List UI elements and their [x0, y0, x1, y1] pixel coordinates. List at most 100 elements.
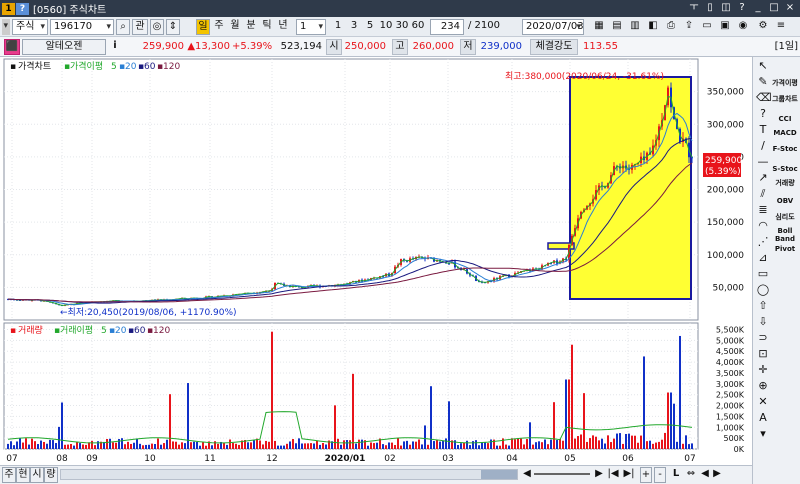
- unit-1-button[interactable]: 1: [332, 19, 344, 35]
- scrollbar-thumb[interactable]: [481, 470, 517, 479]
- arrow-down-icon[interactable]: ⇩: [756, 315, 770, 329]
- save-icon[interactable]: ▾: [756, 427, 770, 441]
- hline-icon[interactable]: —: [756, 155, 770, 169]
- period-tick-button[interactable]: 틱: [260, 19, 274, 35]
- indicator-tool-6[interactable]: 거래량: [771, 179, 799, 187]
- zoom-icon[interactable]: ⊕: [756, 379, 770, 393]
- calc-icon[interactable]: ▦: [592, 19, 606, 35]
- window-button-5[interactable]: □: [767, 1, 781, 15]
- cross-icon[interactable]: ✛: [756, 363, 770, 377]
- magnet-icon[interactable]: ⊃: [756, 331, 770, 345]
- page-left-button[interactable]: ◀: [700, 467, 710, 483]
- zoom-slider[interactable]: [534, 473, 590, 475]
- date-picker[interactable]: 2020/07/03: [522, 19, 584, 35]
- indicator-tool-7[interactable]: OBV: [771, 197, 799, 205]
- arc-icon[interactable]: ◠: [756, 219, 770, 233]
- scroll-left-button[interactable]: ◀: [522, 467, 532, 483]
- indicator-tool-8[interactable]: 심리도: [771, 213, 799, 221]
- bottom-tab-week[interactable]: 주: [2, 467, 16, 483]
- market-select[interactable]: 주식: [12, 19, 48, 35]
- gann-icon[interactable]: ⊿: [756, 251, 770, 265]
- cursor-icon[interactable]: ↖: [756, 59, 770, 73]
- window-button-0[interactable]: ㅜ: [687, 1, 701, 15]
- print-icon[interactable]: ⎙: [664, 19, 678, 35]
- stock-flag-icon[interactable]: ⬛: [4, 39, 20, 55]
- stock-name[interactable]: 알테오젠: [22, 39, 106, 55]
- stock-chart[interactable]: 350,000300,000250,000200,000150,000100,0…: [0, 57, 752, 465]
- indicator-tool-5[interactable]: S-Stoc: [771, 165, 799, 173]
- grid-icon[interactable]: ▥: [628, 19, 642, 35]
- fit-button[interactable]: ⇔: [684, 467, 698, 483]
- log-scale-button[interactable]: L: [670, 467, 682, 483]
- fan-icon[interactable]: ⋰: [756, 235, 770, 249]
- app-number-icon[interactable]: 1: [2, 2, 15, 15]
- channel-icon[interactable]: ⫽: [756, 187, 770, 201]
- unit-60-button[interactable]: 60: [410, 19, 426, 35]
- indicator-tool-4[interactable]: F-Stoc: [771, 145, 799, 153]
- chart-scrollbar[interactable]: [60, 469, 518, 480]
- grip-handle[interactable]: [2, 19, 10, 35]
- trendline-icon[interactable]: /: [756, 139, 770, 153]
- window-button-6[interactable]: ×: [783, 1, 797, 15]
- bottom-tab-volume[interactable]: 량: [44, 467, 58, 483]
- indicator-tool-1[interactable]: 그룹차트: [771, 95, 799, 103]
- info-icon[interactable]: i: [110, 39, 120, 55]
- unit-10-button[interactable]: 10: [378, 19, 394, 35]
- help-icon[interactable]: ?: [16, 2, 29, 15]
- gwan-button[interactable]: 관: [132, 19, 148, 35]
- count-input[interactable]: 234: [430, 19, 464, 35]
- settings-icon[interactable]: ⚙: [756, 19, 770, 35]
- indicator-tool-10[interactable]: Pivot: [771, 245, 799, 253]
- drag-icon[interactable]: ≡: [774, 19, 788, 35]
- period-year-button[interactable]: 년: [276, 19, 290, 35]
- question-icon[interactable]: ?: [756, 107, 770, 121]
- indicator-tool-3[interactable]: MACD: [771, 129, 799, 137]
- auto-icon[interactable]: A: [756, 411, 770, 425]
- unit-30-button[interactable]: 30: [394, 19, 410, 35]
- page-right-button[interactable]: ▶: [712, 467, 722, 483]
- layout-icon[interactable]: ▤: [610, 19, 624, 35]
- indicator-tool-0[interactable]: 가격이평: [771, 79, 799, 87]
- ray-icon[interactable]: ↗: [756, 171, 770, 185]
- text-tool-icon[interactable]: T: [756, 123, 770, 137]
- chart-area[interactable]: 350,000300,000250,000200,000150,000100,0…: [0, 57, 752, 465]
- delete-icon[interactable]: ✕: [756, 395, 770, 409]
- window-button-1[interactable]: ▯: [703, 1, 717, 15]
- search-icon[interactable]: ⌕: [116, 19, 130, 35]
- arrow-up-icon[interactable]: ⇧: [756, 299, 770, 313]
- export-icon[interactable]: ⇪: [682, 19, 696, 35]
- pencil-icon[interactable]: ✎: [756, 75, 770, 89]
- bottom-tab-current[interactable]: 현: [16, 467, 30, 483]
- unit-select[interactable]: 1: [296, 19, 326, 35]
- history-icon[interactable]: ◎: [150, 19, 164, 35]
- go-first-button[interactable]: |◀: [606, 467, 620, 483]
- window-button-3[interactable]: ?: [735, 1, 749, 15]
- ellipse-tool-icon[interactable]: ◯: [756, 283, 770, 297]
- bottom-tab-market[interactable]: 시: [30, 467, 44, 483]
- fullscreen-icon[interactable]: ▣: [718, 19, 732, 35]
- period-minute-button[interactable]: 분: [244, 19, 258, 35]
- fibo-icon[interactable]: ≣: [756, 203, 770, 217]
- window-button-2[interactable]: ◫: [719, 1, 733, 15]
- eraser-icon[interactable]: ⌫: [756, 91, 772, 105]
- go-last-button[interactable]: ▶|: [622, 467, 636, 483]
- indicator-tool-9[interactable]: Boll Band: [771, 227, 799, 243]
- lock-icon[interactable]: ⊡: [756, 347, 770, 361]
- rect-tool-icon[interactable]: ▭: [756, 267, 770, 281]
- period-week-button[interactable]: 주: [212, 19, 226, 35]
- stock-code-input[interactable]: 196170: [50, 19, 114, 35]
- zoom-out-button[interactable]: -: [654, 467, 666, 483]
- unit-5-button[interactable]: 5: [364, 19, 376, 35]
- period-month-button[interactable]: 월: [228, 19, 242, 35]
- period-day-button[interactable]: 일: [196, 19, 210, 35]
- monitor-icon[interactable]: ▭: [700, 19, 714, 35]
- zoom-in-button[interactable]: +: [640, 467, 652, 483]
- scroll-right-button[interactable]: ▶: [594, 467, 604, 483]
- split-icon[interactable]: ◧: [646, 19, 660, 35]
- indicator-tool-2[interactable]: CCI: [771, 115, 799, 123]
- stepper-icon[interactable]: ⇕: [166, 19, 180, 35]
- window-button-4[interactable]: _: [751, 1, 765, 15]
- camera-icon[interactable]: ◉: [736, 19, 750, 35]
- open-label: 시: [326, 39, 342, 55]
- unit-3-button[interactable]: 3: [348, 19, 360, 35]
